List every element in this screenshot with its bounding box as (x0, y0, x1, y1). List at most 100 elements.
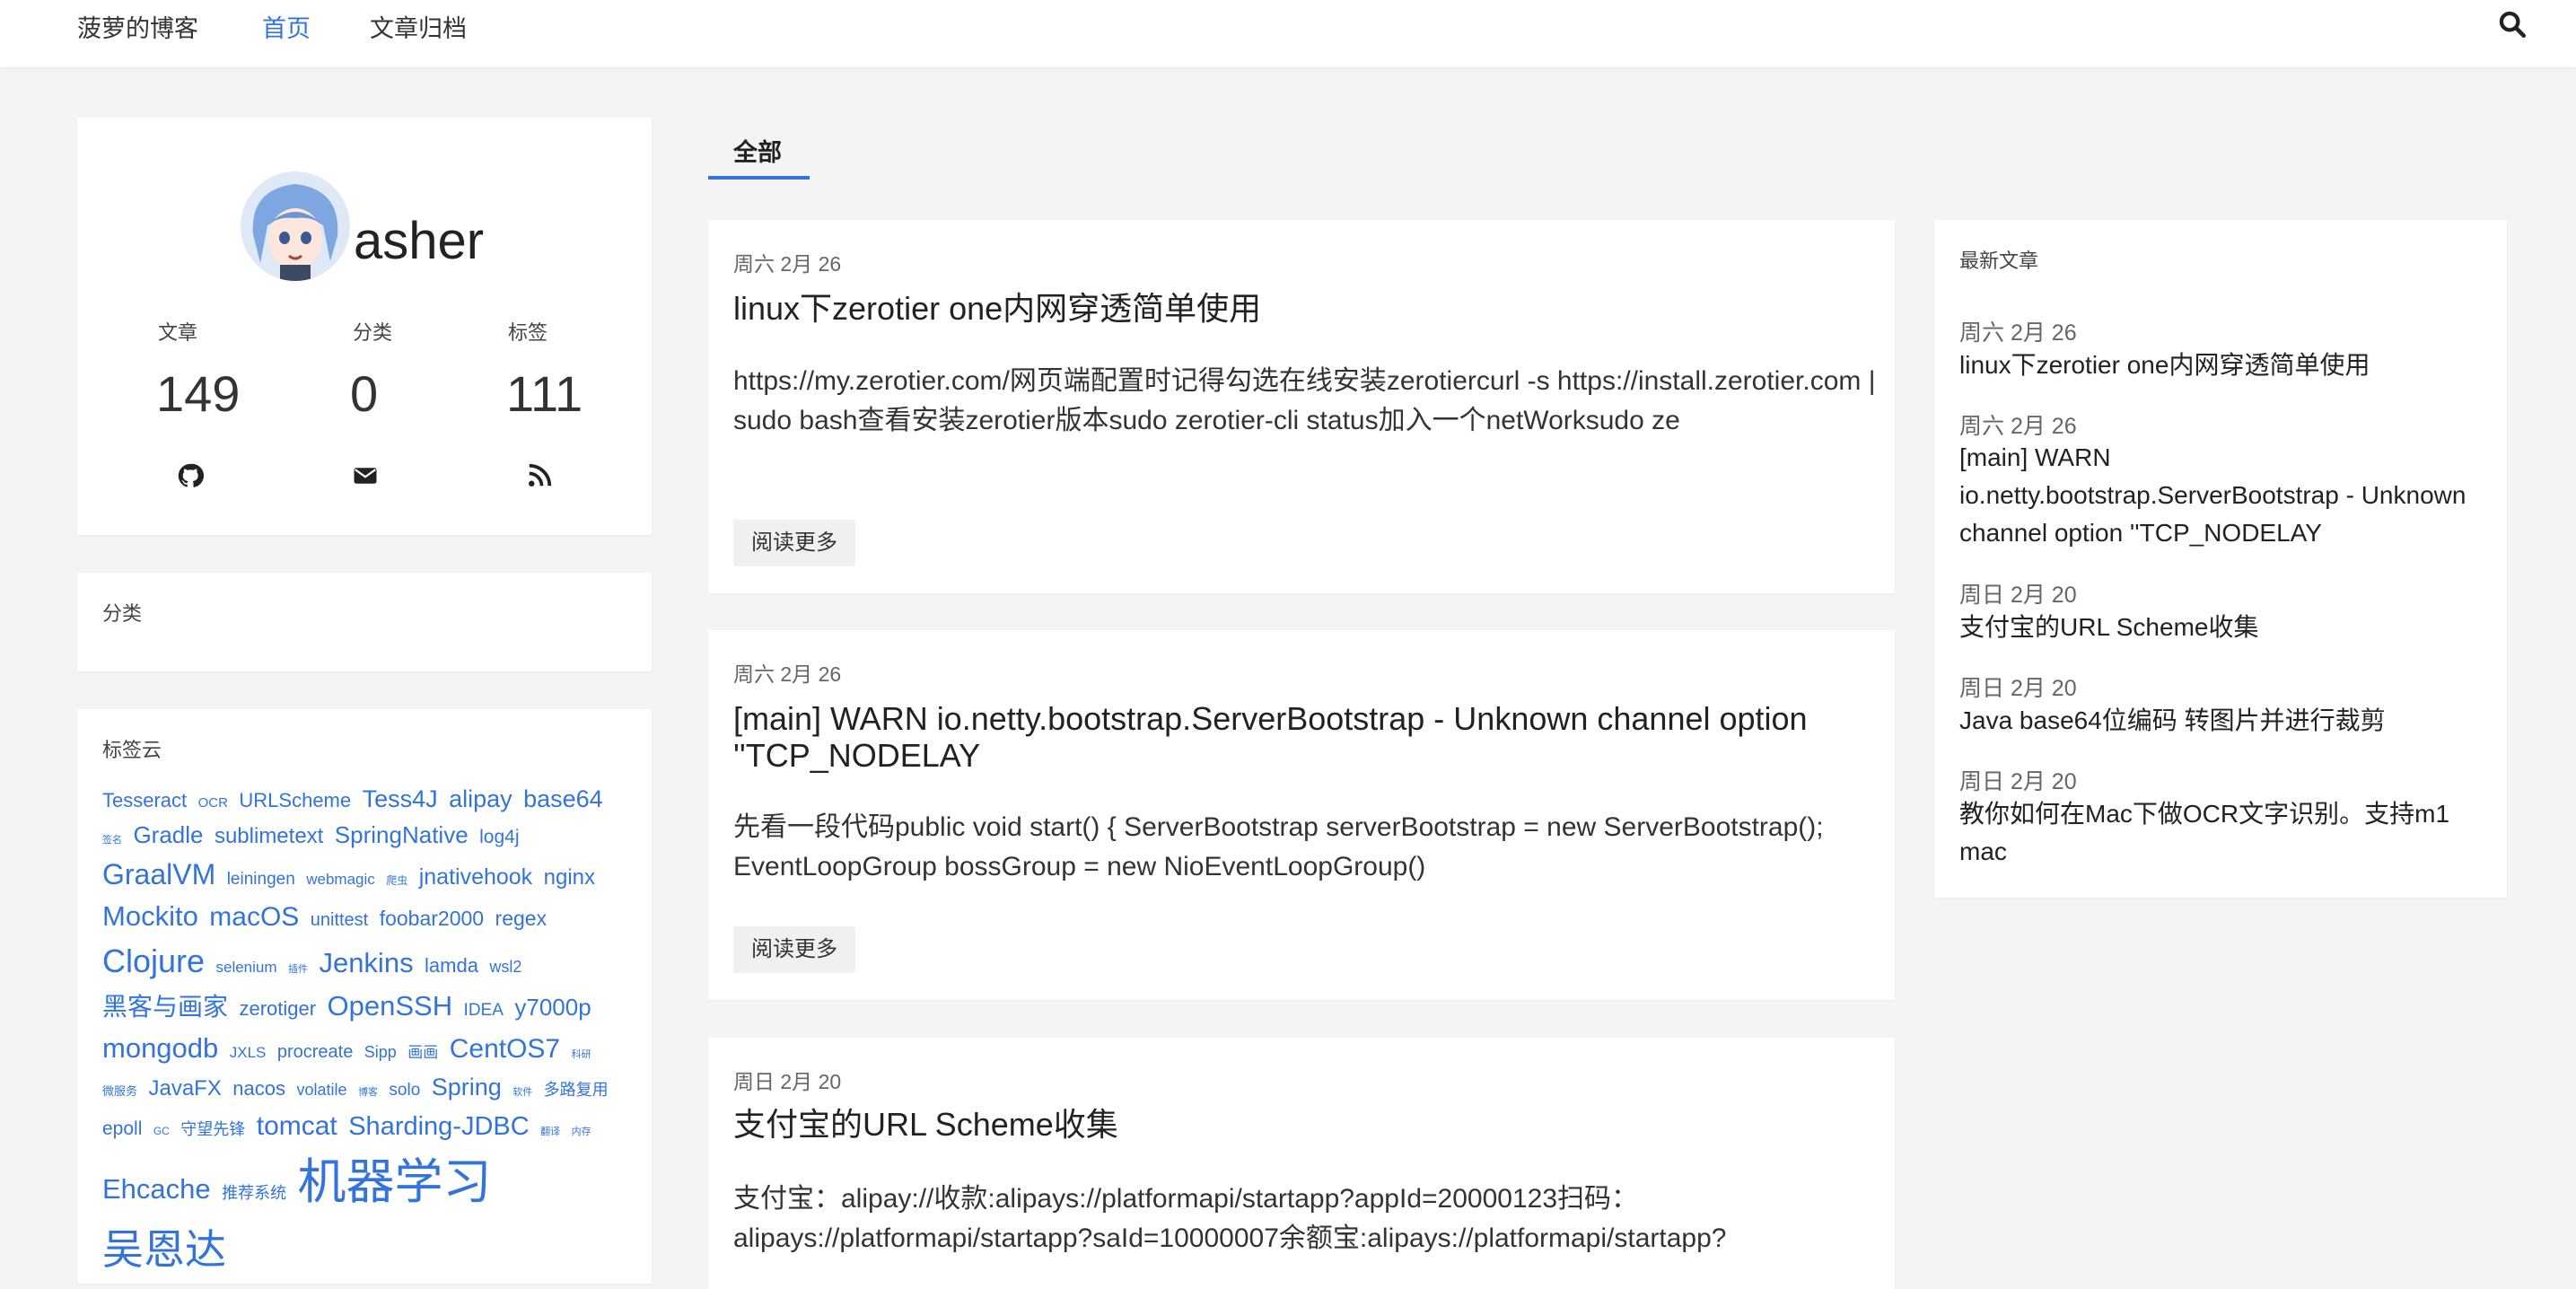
tag-item[interactable]: selenium (216, 959, 277, 976)
tag-item[interactable]: tomcat (257, 1111, 337, 1141)
tag-item[interactable]: 守望先锋 (180, 1120, 245, 1138)
tag-item[interactable]: 吴恩达 (102, 1226, 226, 1273)
tag-item[interactable]: 黑客与画家 (102, 993, 228, 1021)
tag-item[interactable]: webmagic (306, 871, 375, 888)
tag-item[interactable]: base64 (523, 785, 603, 812)
stat-label-posts: 文章 (158, 321, 198, 344)
top-navbar: 菠萝的博客 首页 文章归档 (0, 0, 2576, 67)
tag-item[interactable]: leiningen (227, 870, 295, 889)
tag-item[interactable]: 微服务 (102, 1084, 137, 1098)
stat-label-tags: 标签 (508, 321, 548, 344)
post-title[interactable]: [main] WARN io.netty.bootstrap.ServerBoo… (733, 700, 1873, 775)
recent-post-title[interactable]: 支付宝的URL Scheme收集 (1959, 609, 2489, 646)
recent-post-title[interactable]: 教你如何在Mac下做OCR文字识别。支持m1 mac (1959, 795, 2489, 871)
tag-item[interactable]: macOS (209, 902, 299, 932)
post-excerpt: 支付宝：alipay://收款:alipays://platformapi/st… (733, 1184, 1727, 1253)
tag-item[interactable]: 爬虫 (386, 874, 407, 887)
stat-value-tags[interactable]: 111 (506, 364, 583, 423)
tag-item[interactable]: Sipp (364, 1043, 397, 1061)
tag-item[interactable]: log4j (479, 827, 519, 847)
tag-item[interactable]: 科研 (572, 1049, 591, 1060)
tag-item[interactable]: foobar2000 (380, 907, 484, 930)
tag-item[interactable]: 博客 (358, 1087, 378, 1098)
tag-item[interactable]: y7000p (514, 994, 591, 1021)
tag-item[interactable]: Ehcache (102, 1173, 211, 1205)
tag-item[interactable]: 签名 (102, 835, 122, 846)
tag-item[interactable]: 推荐系统 (222, 1184, 286, 1202)
tag-item[interactable]: 机器学习 (298, 1155, 492, 1209)
recent-post-title[interactable]: [main] WARN io.netty.bootstrap.ServerBoo… (1959, 439, 2489, 552)
tag-item[interactable]: jnativehook (419, 864, 532, 890)
tag-cloud-title: 标签云 (102, 739, 162, 761)
profile-card: asher 文章 分类 标签 149 0 111 (77, 118, 652, 535)
tag-item[interactable]: SpringNative (335, 821, 469, 848)
stat-value-posts[interactable]: 149 (156, 364, 240, 423)
recent-post-date: 周日 2月 20 (1959, 769, 2077, 794)
tag-item[interactable]: volatile (296, 1081, 346, 1099)
category-card: 分类 (77, 573, 652, 671)
tag-item[interactable]: sublimetext (215, 824, 323, 848)
tag-item[interactable]: Spring (432, 1074, 502, 1100)
tag-item[interactable]: regex (495, 907, 548, 930)
github-icon[interactable] (177, 462, 204, 489)
recent-post-date: 周日 2月 20 (1959, 583, 2077, 608)
tag-item[interactable]: Mockito (102, 900, 198, 932)
recent-posts-card: 最新文章 周六 2月 26 linux下zerotier one内网穿透简单使用… (1934, 220, 2507, 898)
tag-item[interactable]: Tesseract (102, 789, 187, 811)
stat-value-categories[interactable]: 0 (350, 364, 378, 423)
post-title[interactable]: linux下zerotier one内网穿透简单使用 (733, 290, 1873, 327)
rss-icon[interactable] (526, 462, 553, 489)
post-date: 周六 2月 26 (733, 252, 842, 276)
recent-post-title[interactable]: linux下zerotier one内网穿透简单使用 (1959, 346, 2489, 384)
tag-item[interactable]: GraalVM (102, 858, 215, 890)
post-card: 周六 2月 26 linux下zerotier one内网穿透简单使用 http… (708, 220, 1895, 593)
recent-post-title[interactable]: Java base64位编码 转图片并进行裁剪 (1959, 702, 2489, 740)
tag-item[interactable]: 画画 (407, 1044, 438, 1061)
tag-item[interactable]: wsl2 (489, 958, 521, 976)
nav-brand[interactable]: 菠萝的博客 (77, 9, 198, 44)
tab-all[interactable]: 全部 (733, 133, 782, 168)
tag-item[interactable]: 软件 (513, 1087, 532, 1098)
search-icon[interactable] (2497, 9, 2528, 39)
tag-item[interactable]: URLScheme (239, 789, 351, 811)
tag-item[interactable]: 多路复用 (544, 1081, 609, 1099)
category-title: 分类 (102, 602, 143, 625)
nav-archive[interactable]: 文章归档 (370, 9, 467, 44)
tag-item[interactable]: IDEA (464, 1001, 504, 1020)
tag-item[interactable]: GC (153, 1125, 170, 1137)
tag-item[interactable]: OCR (198, 795, 228, 811)
tag-item[interactable]: alipay (449, 785, 513, 812)
tag-item[interactable]: Sharding-JDBC (348, 1112, 529, 1141)
post-date: 周六 2月 26 (733, 662, 842, 686)
post-excerpt: https://my.zerotier.com/网页端配置时记得勾选在线安装ze… (733, 366, 1876, 435)
email-icon[interactable] (352, 462, 379, 489)
stat-label-categories: 分类 (353, 321, 393, 344)
read-more-button[interactable]: 阅读更多 (733, 926, 855, 973)
tag-item[interactable]: epoll (102, 1118, 142, 1139)
tag-item[interactable]: Gradle (133, 821, 203, 848)
tag-item[interactable]: CentOS7 (450, 1034, 560, 1064)
tag-item[interactable]: 内存 (572, 1127, 591, 1137)
tag-item[interactable]: 翻译 (540, 1127, 560, 1137)
tag-item[interactable]: nacos (232, 1077, 285, 1100)
tag-item[interactable]: nginx (544, 865, 595, 890)
avatar[interactable] (241, 171, 350, 281)
tag-item[interactable]: zerotiger (239, 997, 316, 1020)
tag-item[interactable]: 插件 (288, 964, 308, 975)
tag-item[interactable]: mongodb (102, 1032, 218, 1064)
post-excerpt: 先看一段代码public void start() { ServerBootst… (733, 812, 1824, 881)
read-more-button[interactable]: 阅读更多 (733, 520, 855, 566)
tag-item[interactable]: unittest (311, 910, 368, 930)
tag-item[interactable]: solo (389, 1081, 420, 1100)
post-title[interactable]: 支付宝的URL Scheme收集 (733, 1106, 1873, 1143)
tag-item[interactable]: lamda (425, 954, 478, 977)
tag-item[interactable]: Jenkins (319, 947, 413, 978)
tag-item[interactable]: OpenSSH (328, 990, 453, 1022)
tag-item[interactable]: Tess4J (363, 785, 438, 812)
tag-item[interactable]: procreate (277, 1042, 354, 1062)
tag-cloud-card: 标签云 Tesseract OCR URLScheme Tess4J alipa… (77, 709, 652, 1284)
tag-item[interactable]: JXLS (230, 1044, 267, 1061)
tag-item[interactable]: Clojure (102, 943, 205, 979)
nav-home[interactable]: 首页 (262, 9, 311, 44)
tag-item[interactable]: JavaFX (148, 1076, 221, 1100)
